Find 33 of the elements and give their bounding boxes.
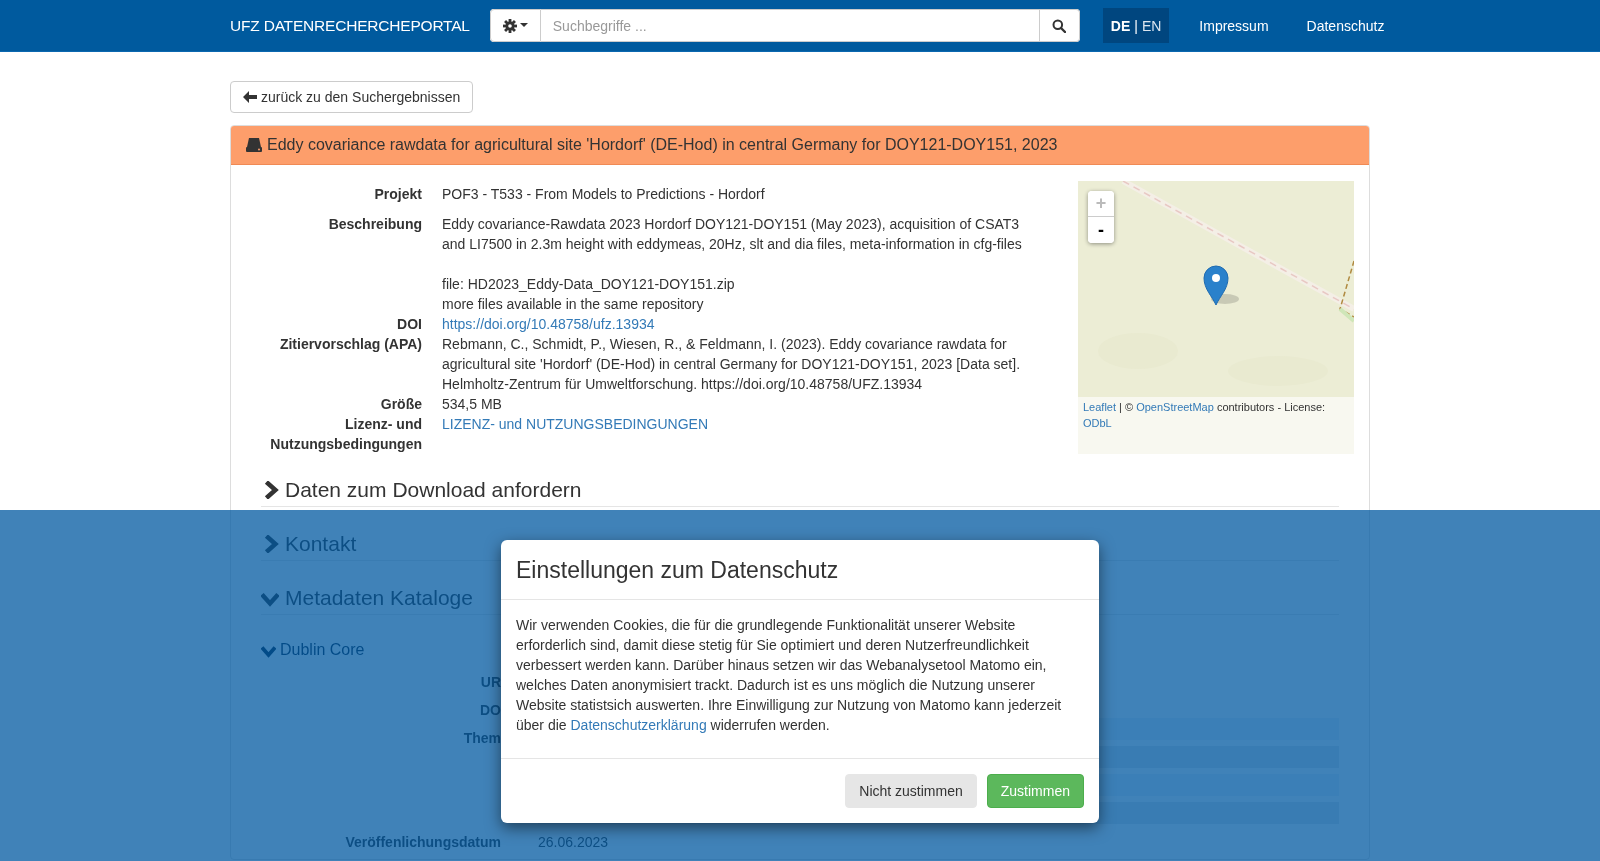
language-link[interactable]: DE <box>1110 17 1131 34</box>
back-button[interactable]: zurück zu den Suchergebnissen <box>230 81 474 113</box>
language-separator: | <box>1134 17 1138 34</box>
field-link[interactable]: LIZENZ- und NUTZUNGSBEDINGUNGEN <box>442 416 709 432</box>
section-heading[interactable]: Daten zum Download anfordern <box>261 478 1339 507</box>
description-text: Eddy covariance-Rawdata 2023 Hordorf DOY121-DOY151 (May 2023), acquisition of CSAT3 and LI7500 in 2.3m height with eddymeas, 20Hz, slt and dia files, meta-information in cfg-files <box>442 215 1022 254</box>
openstreetmap-link[interactable]: OpenStreetMap <box>1136 401 1214 413</box>
map-attribution: Leaflet | © OpenStreetMap contributors - License: ODbL <box>1082 400 1327 431</box>
nav-link[interactable]: Impressum <box>1191 17 1277 34</box>
description-text: file: HD2023_Eddy-Data_DOY121-DOY151.zip <box>442 275 736 294</box>
leaflet-link[interactable]: Leaflet <box>1083 401 1117 413</box>
field-label: Zitiervorschlag (APA) <box>278 335 423 354</box>
field-label: DOI <box>396 315 423 334</box>
dataset-title: Eddy covariance rawdata for agricultural site 'Hordorf' (DE-Hod) in central Germany for DOY121-DOY151, 2023 <box>267 136 1058 154</box>
field-label: Größe <box>379 395 423 414</box>
field-value: POF3 - T533 - From Models to Predictions - Hordorf <box>442 186 765 202</box>
dialog-text: Wir verwenden Cookies, die für die grundlegende Funktionalität unserer Website erforderlich sind, damit diese stetig für Sie optimiert und deren Nutzerfreundlichkeit verbessert werden kann. Darüber hinaus setzen wir das Webanalysetool Matomo ein, welches Daten anonymisiert trackt. Dadurch ist es uns möglich die Nutzung unserer Website statistsich auswerten. Ihre Einwilligung zur Nutzung von Matomo kann jederzeit über die Datenschutzerklärung widerrufen werden. <box>516 616 1063 735</box>
zoom-out-button[interactable]: - <box>1088 217 1114 243</box>
description-text: more files available in the same repository <box>442 295 705 314</box>
field-value: Rebmann, C., Schmidt, P., Wiesen, R., & Feldmann, I. (2023). Eddy covariance rawdata for agricultural site 'Hordorf' (DE-Hod) in central Germany for DOY121-DOY151, 2023 [Data set]. Helmholtz-Zentrum für Umweltforschung. https://doi.org/10.48758/UFZ.13934 <box>442 336 1021 392</box>
nav-link[interactable]: Datenschutz <box>1298 17 1393 34</box>
field-label: Beschreibung <box>327 215 423 234</box>
language-link[interactable]: EN <box>1141 17 1162 34</box>
decline-button[interactable]: Nicht zustimmen <box>845 774 977 808</box>
field-value: 534,5 MB <box>442 396 502 412</box>
license-link[interactable]: ODbL <box>1083 417 1112 429</box>
field-label: Projekt <box>373 185 423 204</box>
privacy-policy-link[interactable]: Datenschutzerklärung <box>570 717 707 733</box>
brand-title[interactable]: UFZ DATENRECHERCHEPORTAL <box>230 16 470 35</box>
field-label: Lizenz- und Nutzungsbedingungen <box>269 415 423 454</box>
search-field[interactable]: Suchbegriffe ... <box>540 9 1040 42</box>
dialog-title: Einstellungen zum Datenschutz <box>501 540 1099 600</box>
field-link[interactable]: https://doi.org/10.48758/ufz.13934 <box>442 316 655 332</box>
